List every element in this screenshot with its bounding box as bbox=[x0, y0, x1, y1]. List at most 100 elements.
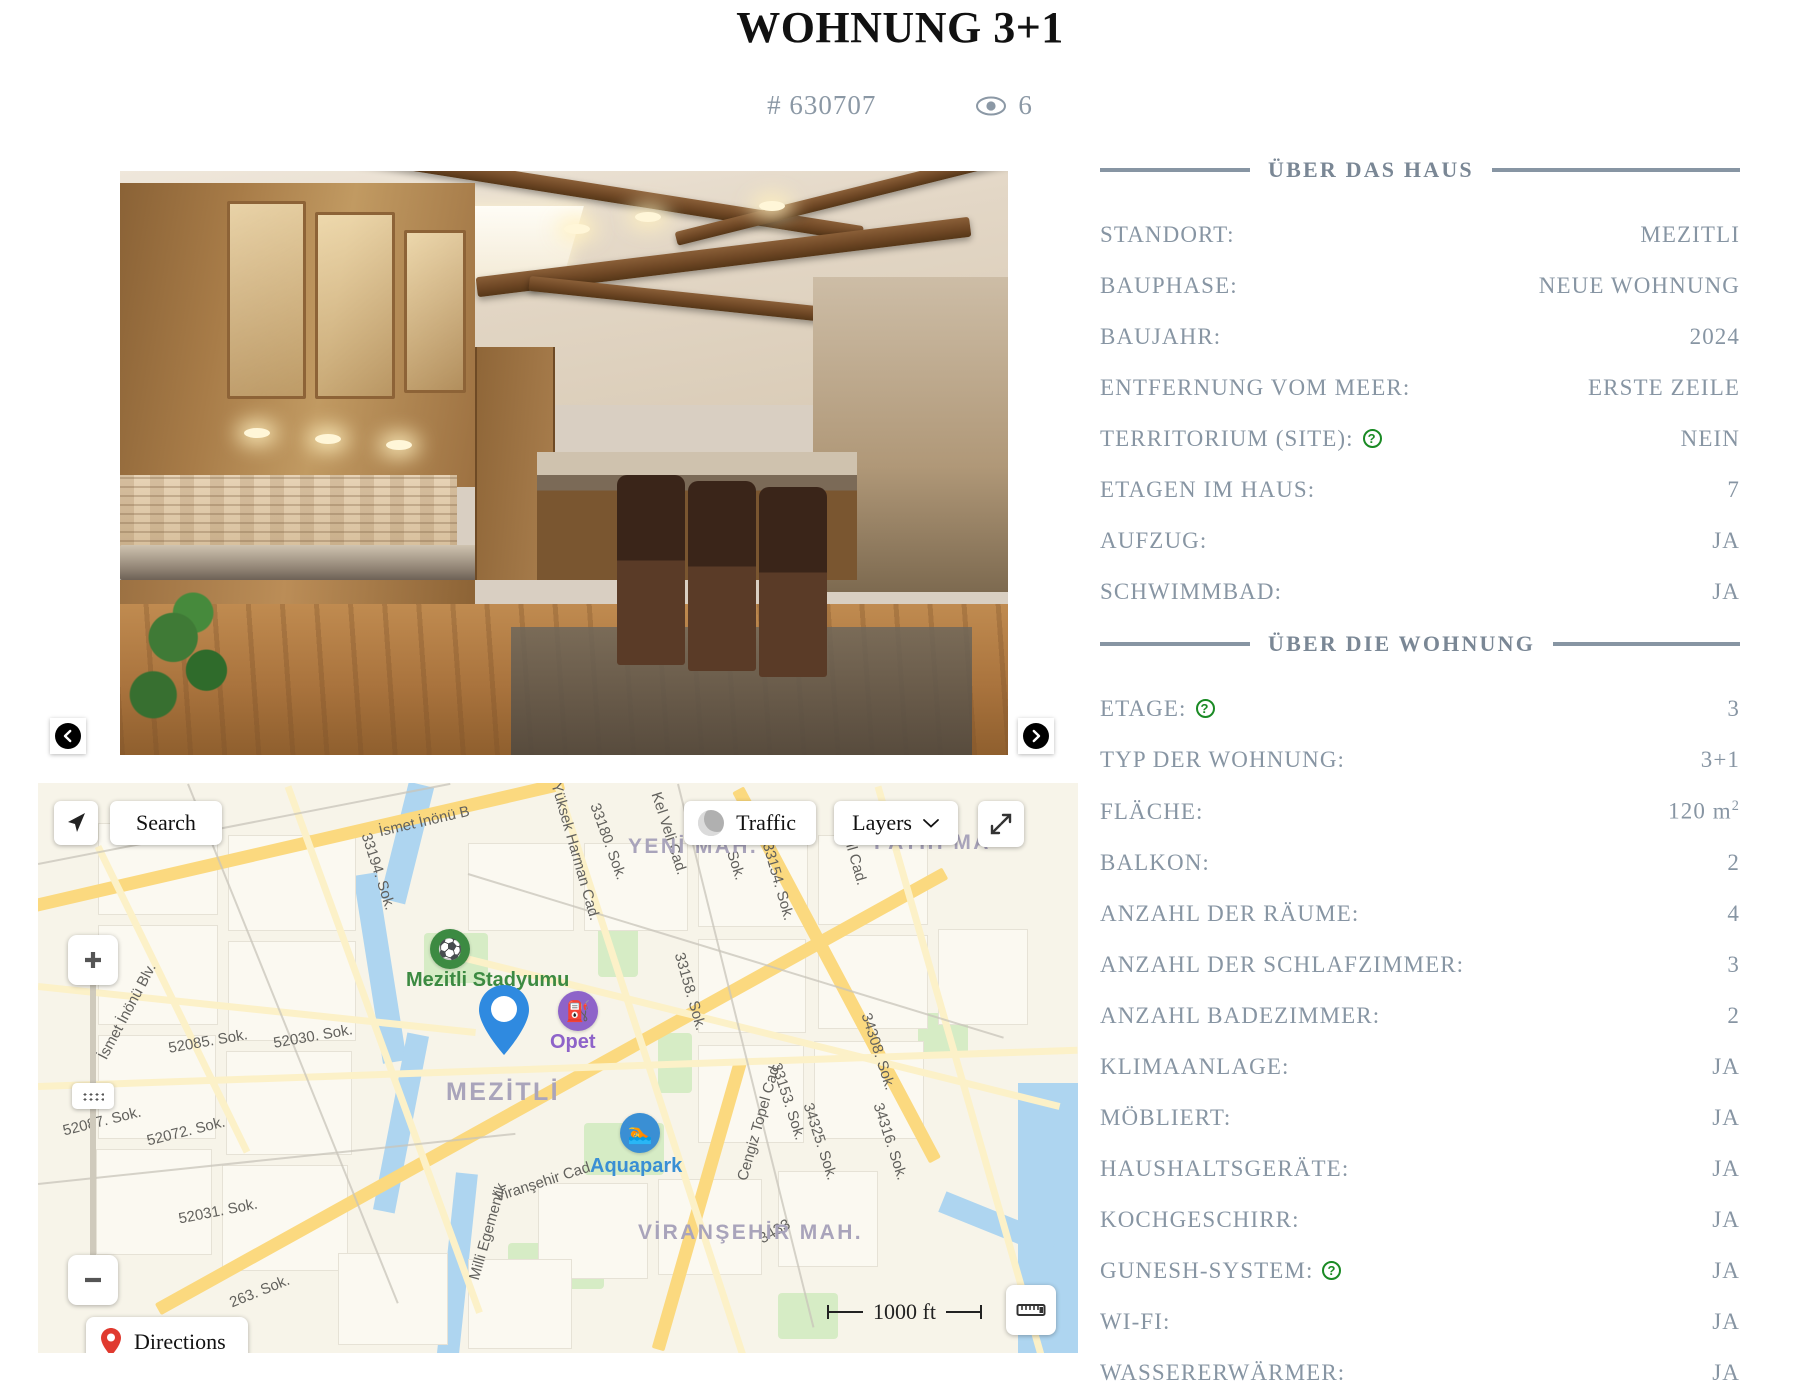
poi-gas-label: Opet bbox=[550, 1031, 596, 1054]
spec-row: MÖBLIERT: JA bbox=[1100, 1092, 1740, 1143]
listing-meta: # 630707 6 bbox=[0, 90, 1800, 121]
location-pin-icon bbox=[101, 1328, 121, 1354]
spec-label-text: MÖBLIERT: bbox=[1100, 1104, 1232, 1130]
spec-row: BAUJAHR: 2024 bbox=[1100, 311, 1740, 362]
spec-label: HAUSHALTSGERÄTE: bbox=[1100, 1156, 1349, 1182]
gallery-prev-button[interactable] bbox=[50, 717, 86, 754]
gas-station-icon: ⛽ bbox=[558, 991, 598, 1032]
spec-row: TYP DER WOHNUNG: 3+1 bbox=[1100, 734, 1740, 785]
spec-row: FLÄCHE: 120 m2 bbox=[1100, 785, 1740, 837]
spec-label-text: WI-FI: bbox=[1100, 1308, 1171, 1334]
apartment-section-title: ÜBER DIE WOHNUNG bbox=[1268, 631, 1536, 657]
grip-dots-icon bbox=[82, 1091, 104, 1101]
help-icon[interactable]: ? bbox=[1195, 699, 1215, 719]
spec-label-text: ETAGEN IM HAUS: bbox=[1100, 476, 1316, 502]
spec-label: TERRITORIUM (SITE):? bbox=[1100, 426, 1382, 452]
spec-label: ANZAHL DER SCHLAFZIMMER: bbox=[1100, 952, 1464, 978]
gallery-photo bbox=[120, 171, 1008, 756]
map-locate-button[interactable] bbox=[54, 801, 98, 846]
map-zoom-in-button[interactable] bbox=[68, 935, 118, 986]
spec-label: MÖBLIERT: bbox=[1100, 1105, 1231, 1131]
spec-label-text: STANDORT: bbox=[1100, 221, 1235, 247]
spec-value: JA bbox=[1712, 1155, 1740, 1181]
spec-row: WASSERERWÄRMER: JA bbox=[1100, 1347, 1740, 1398]
spec-value: ERSTE ZEILE bbox=[1588, 374, 1740, 400]
spec-label: BAUJAHR: bbox=[1100, 324, 1221, 350]
spec-label-text: ANZAHL DER SCHLAFZIMMER: bbox=[1100, 951, 1465, 977]
property-details-panel: ÜBER DAS HAUS STANDORT: MEZITLI BAUPHASE: N… bbox=[1100, 143, 1740, 1398]
spec-label: AUFZUG: bbox=[1100, 528, 1207, 554]
spec-value: 4 bbox=[1727, 900, 1740, 926]
spec-label-text: BAUJAHR: bbox=[1100, 323, 1222, 349]
house-spec-list: STANDORT: MEZITLI BAUPHASE: NEUE WOHNUNG BAU… bbox=[1100, 209, 1740, 617]
map-directions-button[interactable]: Directions bbox=[86, 1317, 248, 1354]
map-search-button[interactable]: Search bbox=[110, 801, 222, 846]
spec-row: ETAGEN IM HAUS: 7 bbox=[1100, 464, 1740, 515]
spec-value: 3+1 bbox=[1700, 746, 1740, 772]
spec-row: WI-FI: JA bbox=[1100, 1296, 1740, 1347]
section-rule-left bbox=[1100, 642, 1250, 647]
spec-value: JA bbox=[1712, 1359, 1740, 1385]
spec-value: 3 bbox=[1727, 695, 1740, 721]
spec-row: GUNESH-SYSTEM:? JA bbox=[1100, 1245, 1740, 1296]
map-street-label: 263. Sok. bbox=[227, 1272, 293, 1312]
unit-superscript: 2 bbox=[1731, 797, 1740, 814]
ruler-icon bbox=[1016, 1304, 1046, 1317]
map-zoom-out-button[interactable] bbox=[68, 1255, 118, 1306]
spec-label-text: FLÄCHE: bbox=[1100, 798, 1204, 824]
spec-label-text: ANZAHL DER RÄUME: bbox=[1100, 900, 1360, 926]
spec-value: JA bbox=[1712, 1257, 1740, 1283]
plus-icon bbox=[85, 952, 101, 969]
map-fullscreen-button[interactable] bbox=[978, 801, 1024, 848]
spec-row: ETAGE:? 3 bbox=[1100, 683, 1740, 734]
spec-value: 2024 bbox=[1689, 323, 1740, 349]
spec-label: ANZAHL BADEZIMMER: bbox=[1100, 1003, 1380, 1029]
section-rule-right bbox=[1491, 168, 1740, 173]
map-canvas: İsmet İnönü B İsmet İnönü Blv. Kel Veli … bbox=[38, 783, 1078, 1354]
spec-row: HAUSHALTSGERÄTE: JA bbox=[1100, 1143, 1740, 1194]
spec-label-text: BALKON: bbox=[1100, 849, 1210, 875]
chevron-right-icon bbox=[1023, 722, 1049, 749]
map-zoom-control[interactable] bbox=[68, 935, 118, 1306]
spec-label-text: BAUPHASE: bbox=[1100, 272, 1238, 298]
location-map[interactable]: İsmet İnönü B İsmet İnönü Blv. Kel Veli … bbox=[38, 783, 1078, 1354]
chevron-left-icon bbox=[55, 722, 81, 749]
layers-label: Layers bbox=[852, 810, 912, 836]
map-layers-dropdown[interactable]: Layers bbox=[834, 801, 958, 846]
photo-gallery[interactable] bbox=[120, 171, 1008, 756]
property-location-pin bbox=[479, 985, 529, 1056]
zoom-slider-handle[interactable] bbox=[72, 1083, 114, 1110]
spec-label: KOCHGESCHIRR: bbox=[1100, 1207, 1300, 1233]
spec-label: BAUPHASE: bbox=[1100, 273, 1238, 299]
spec-value: JA bbox=[1712, 1206, 1740, 1232]
traffic-label: Traffic bbox=[736, 810, 796, 836]
spec-value: MEZITLI bbox=[1640, 221, 1740, 247]
spec-row: ANZAHL DER RÄUME: 4 bbox=[1100, 888, 1740, 939]
listing-id-text: # 630707 bbox=[767, 90, 877, 121]
spec-value: JA bbox=[1712, 1308, 1740, 1334]
help-icon[interactable]: ? bbox=[1362, 429, 1382, 449]
spec-label-text: SCHWIMMBAD: bbox=[1100, 578, 1283, 604]
spec-row: SCHWIMMBAD: JA bbox=[1100, 566, 1740, 617]
spec-label: ANZAHL DER RÄUME: bbox=[1100, 901, 1359, 927]
spec-row: BAUPHASE: NEUE WOHNUNG bbox=[1100, 260, 1740, 311]
map-traffic-toggle[interactable]: Traffic bbox=[684, 801, 816, 846]
spec-value: 7 bbox=[1727, 476, 1740, 502]
spec-label: KLIMAANLAGE: bbox=[1100, 1054, 1290, 1080]
zoom-slider-track[interactable] bbox=[90, 975, 96, 1266]
gallery-next-button[interactable] bbox=[1018, 717, 1054, 754]
view-counter: 6 bbox=[976, 90, 1033, 121]
spec-label: WI-FI: bbox=[1100, 1309, 1170, 1335]
section-rule-left bbox=[1100, 168, 1250, 173]
spec-row: KLIMAANLAGE: JA bbox=[1100, 1041, 1740, 1092]
spec-label: WASSERERWÄRMER: bbox=[1100, 1360, 1345, 1386]
navigation-arrow-icon bbox=[68, 813, 85, 833]
spec-label-text: ENTFERNUNG VOM MEER: bbox=[1100, 374, 1411, 400]
spec-row: BALKON: 2 bbox=[1100, 837, 1740, 888]
spec-row: STANDORT: MEZITLI bbox=[1100, 209, 1740, 260]
help-icon[interactable]: ? bbox=[1322, 1261, 1342, 1281]
spec-label-text: WASSERERWÄRMER: bbox=[1100, 1359, 1346, 1385]
map-scale-bar: 1000 ft bbox=[827, 1299, 982, 1325]
spec-value: 3 bbox=[1727, 951, 1740, 977]
map-measure-button[interactable] bbox=[1006, 1285, 1056, 1336]
